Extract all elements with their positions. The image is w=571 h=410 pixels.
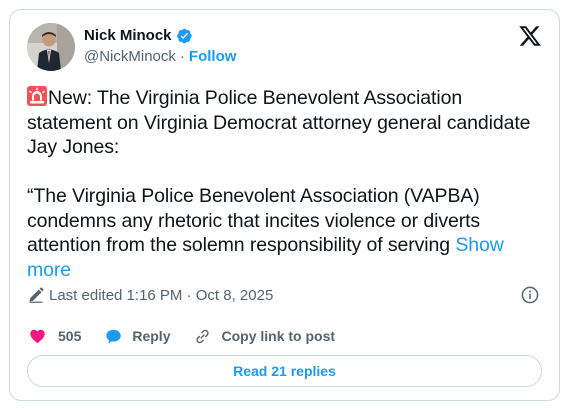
author-block: Nick Minock @NickMinock · Follow	[84, 26, 236, 67]
tweet-card: Nick Minock @NickMinock · Follow New: Th…	[9, 9, 560, 401]
edited-label: Last edited 1:16 PM · Oct 8, 2025	[49, 286, 274, 304]
edited-timestamp[interactable]: Last edited 1:16 PM · Oct 8, 2025	[28, 285, 273, 305]
avatar-image	[27, 23, 75, 71]
tweet-paragraph-quote: “The Virginia Police Benevolent Associat…	[27, 184, 547, 282]
tweet-paragraph-intro: New: The Virginia Police Benevolent Asso…	[27, 86, 547, 160]
heart-icon	[30, 329, 45, 343]
like-button[interactable]: 505	[29, 328, 81, 345]
tweet-quote-text: “The Virginia Police Benevolent Associat…	[27, 185, 481, 256]
reply-button[interactable]: Reply	[105, 328, 170, 345]
police-siren-icon	[27, 86, 47, 106]
action-bar: 505 Reply Copy link to post	[29, 323, 335, 349]
reply-bubble-icon	[106, 329, 122, 344]
tweet-text: New: The Virginia Police Benevolent Asso…	[27, 86, 547, 282]
avatar[interactable]	[27, 23, 75, 71]
copy-link-button[interactable]: Copy link to post	[194, 328, 335, 345]
tweet-intro-text: New: The Virginia Police Benevolent Asso…	[27, 87, 531, 158]
reply-label: Reply	[132, 328, 171, 344]
link-icon	[196, 329, 210, 343]
author-handle[interactable]: @NickMinock	[84, 47, 176, 67]
info-icon[interactable]	[520, 285, 540, 305]
like-count: 505	[58, 328, 82, 344]
pencil-icon	[29, 287, 44, 303]
verified-badge-icon	[175, 27, 193, 45]
follow-button[interactable]: Follow	[189, 47, 237, 67]
separator-dot: ·	[179, 48, 185, 65]
x-logo-icon[interactable]	[518, 24, 542, 48]
read-replies-button[interactable]: Read 21 replies	[27, 355, 542, 387]
author-display-name[interactable]: Nick Minock	[84, 26, 172, 46]
copy-link-label: Copy link to post	[221, 328, 336, 344]
read-replies-label: Read 21 replies	[233, 363, 336, 379]
